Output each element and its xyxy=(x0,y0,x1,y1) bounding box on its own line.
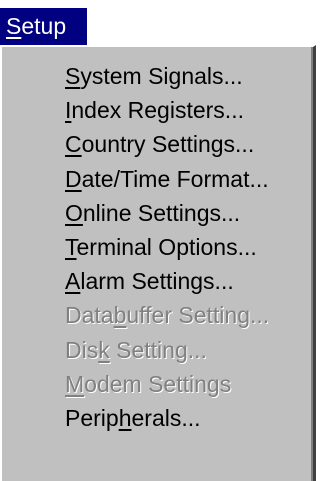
menu-item-index-registers[interactable]: Index Registers... xyxy=(2,93,313,127)
menu-item-rest: odem Settings xyxy=(84,370,232,397)
menu-item-prefix: Dis xyxy=(65,336,99,363)
menu-item-mnemonic: A xyxy=(65,268,81,295)
menu-item-mnemonic: k xyxy=(98,336,110,363)
menu-item-online-settings[interactable]: Online Settings... xyxy=(2,196,313,230)
menu-item-mnemonic: M xyxy=(65,370,85,397)
setup-dropdown-menu: System Signals... Index Registers... Cou… xyxy=(0,45,316,481)
menu-item-rest: erals... xyxy=(131,404,201,431)
menu-item-mnemonic: O xyxy=(65,199,83,226)
setup-title-rest: etup xyxy=(21,13,67,39)
menu-item-prefix: Perip xyxy=(65,404,119,431)
setup-menu-title[interactable]: Setup xyxy=(0,8,87,45)
menubar-background xyxy=(87,8,330,45)
menu-item-date-time-format[interactable]: Date/Time Format... xyxy=(2,162,313,196)
menu-item-terminal-options[interactable]: Terminal Options... xyxy=(2,230,313,264)
menu-item-modem-settings: Modem Settings xyxy=(2,367,313,401)
menu-item-rest: uffer Setting... xyxy=(126,302,270,329)
menu-item-mnemonic: T xyxy=(65,233,77,260)
setup-title-mnemonic: S xyxy=(6,13,22,39)
menu-item-rest: larm Settings... xyxy=(80,268,234,295)
menu-item-mnemonic: D xyxy=(65,165,82,192)
setup-menu-screen: Setup System Signals... Index Registers.… xyxy=(0,0,330,481)
menu-item-system-signals[interactable]: System Signals... xyxy=(2,59,313,93)
menu-item-rest: ate/Time Format... xyxy=(81,165,269,192)
menu-item-rest: nline Settings... xyxy=(82,199,241,226)
menu-item-mnemonic: h xyxy=(118,404,132,431)
menu-item-rest: ystem Signals... xyxy=(80,63,243,89)
menu-item-peripherals[interactable]: Peripherals... xyxy=(2,401,313,435)
menu-item-mnemonic: S xyxy=(65,63,81,89)
menu-item-alarm-settings[interactable]: Alarm Settings... xyxy=(2,264,313,298)
menu-item-rest: Setting... xyxy=(109,336,207,363)
menu-item-mnemonic: b xyxy=(113,302,127,329)
menu-item-country-settings[interactable]: Country Settings... xyxy=(2,127,313,161)
menu-item-prefix: Data xyxy=(65,302,114,329)
menu-item-rest: erminal Options... xyxy=(76,233,257,260)
menu-item-rest: ountry Settings... xyxy=(81,131,255,158)
menu-item-databuffer-setting: Databuffer Setting... xyxy=(2,298,313,332)
menu-item-rest: ndex Registers... xyxy=(71,97,244,124)
menu-item-mnemonic: C xyxy=(65,131,82,158)
menu-item-disk-setting: Disk Setting... xyxy=(2,333,313,367)
